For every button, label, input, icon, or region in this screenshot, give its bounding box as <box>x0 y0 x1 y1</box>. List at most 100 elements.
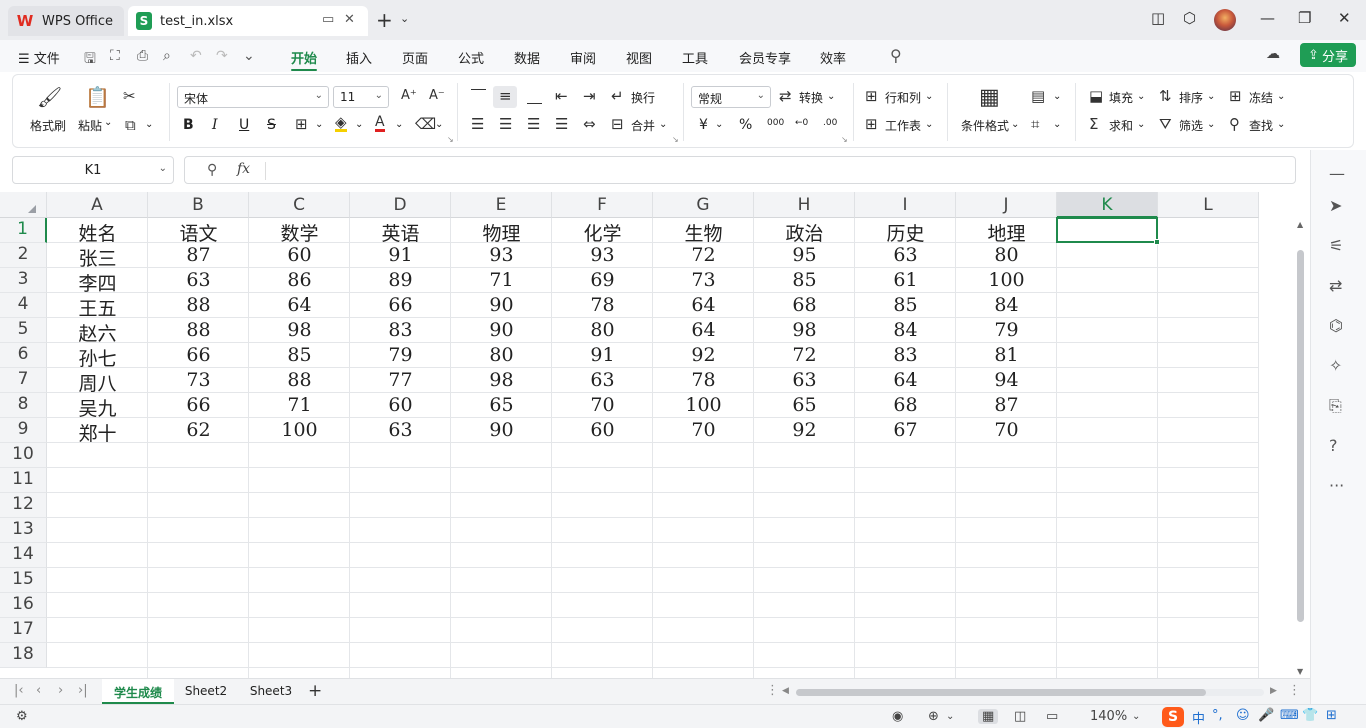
ime-keyboard-icon[interactable]: ⌨ <box>1280 708 1299 723</box>
row-header[interactable]: 10 <box>0 443 47 468</box>
sum-icon[interactable]: Σ <box>1089 115 1098 133</box>
freeze-icon[interactable]: ⊞ <box>1229 87 1242 105</box>
table-cell[interactable]: 70 <box>552 393 653 418</box>
row-header[interactable]: 5 <box>0 318 47 343</box>
chevron-down-icon[interactable]: ⌄ <box>1207 91 1215 102</box>
wrap-text-icon[interactable]: ↵ <box>611 87 624 105</box>
page-layout-view-button[interactable]: ◫ <box>1014 709 1026 724</box>
cell-style-icon[interactable]: ▤ <box>1031 87 1045 105</box>
table-cell[interactable]: 孙七 <box>47 343 148 370</box>
table-cell[interactable]: 88 <box>249 368 350 393</box>
table-cell[interactable]: 60 <box>249 243 350 268</box>
decrease-decimal-button[interactable]: .00 <box>823 118 837 128</box>
macro-icon[interactable]: ⚙ <box>16 709 28 724</box>
thousands-button[interactable]: 000 <box>767 118 784 128</box>
table-cell[interactable]: 85 <box>249 343 350 368</box>
table-cell[interactable]: 95 <box>754 243 855 268</box>
table-cell[interactable]: 71 <box>451 268 552 293</box>
zoom-icon[interactable]: ⚲ <box>207 162 217 178</box>
row-header[interactable]: 15 <box>0 568 47 593</box>
table-cell[interactable]: 65 <box>754 393 855 418</box>
table-cell[interactable]: 65 <box>451 393 552 418</box>
header-cell[interactable]: 姓名 <box>47 218 148 245</box>
table-cell[interactable]: 66 <box>148 393 249 418</box>
tools-icon[interactable]: ✧ <box>1329 356 1342 375</box>
currency-button[interactable]: ¥ <box>699 117 708 133</box>
find-button[interactable]: 查找 <box>1249 117 1273 134</box>
column-header[interactable]: L <box>1158 192 1259 218</box>
table-cell[interactable]: 87 <box>148 243 249 268</box>
scroll-down-icon[interactable]: ▼ <box>1297 667 1303 676</box>
ime-toolbox-icon[interactable]: ⊞ <box>1326 708 1337 723</box>
wrap-text-button[interactable]: 换行 <box>631 89 655 106</box>
table-cell[interactable]: 赵六 <box>47 318 148 345</box>
find-icon[interactable]: ⚲ <box>1229 115 1240 133</box>
chevron-down-icon[interactable]: ⌄ <box>659 119 667 130</box>
ai-icon[interactable]: ⌬ <box>1329 316 1343 335</box>
tab-member[interactable]: 会员专享 <box>739 48 791 67</box>
split-handle[interactable]: ⋮ <box>1288 683 1301 698</box>
undo-icon[interactable]: ↶ <box>190 48 202 64</box>
table-cell[interactable]: 69 <box>552 268 653 293</box>
increase-decimal-button[interactable]: ←0 <box>795 118 808 128</box>
cloud-icon[interactable]: ☁ <box>1266 46 1280 62</box>
table-cell[interactable]: 72 <box>653 243 754 268</box>
font-color-icon[interactable]: A <box>375 115 385 132</box>
table-cell[interactable]: 78 <box>552 293 653 318</box>
table-cell[interactable]: 63 <box>148 268 249 293</box>
align-center-icon[interactable]: ☰ <box>499 115 512 133</box>
tab-start[interactable]: 开始 <box>291 48 317 67</box>
table-cell[interactable]: 63 <box>350 418 451 443</box>
table-cell[interactable]: 90 <box>451 318 552 343</box>
sort-button[interactable]: 排序 <box>1179 89 1203 106</box>
spreadsheet-grid[interactable]: A B C D E F G H I J K L 1 2 3 4 5 6 7 8 9 10 11 12 13 14 15 16 17 18 姓… <box>0 192 1310 678</box>
format-painter-icon[interactable]: 🖌 <box>37 85 62 109</box>
filter-icon[interactable]: ⛛ <box>1159 115 1172 133</box>
percent-button[interactable]: % <box>739 117 752 133</box>
table-cell[interactable]: 90 <box>451 418 552 443</box>
first-sheet-icon[interactable]: |‹ <box>14 683 24 698</box>
column-header[interactable]: G <box>653 192 754 218</box>
table-cell[interactable]: 71 <box>249 393 350 418</box>
tab-insert[interactable]: 插入 <box>346 48 372 67</box>
row-header[interactable]: 8 <box>0 393 47 418</box>
table-cell[interactable]: 64 <box>653 293 754 318</box>
header-cell[interactable]: 历史 <box>855 218 956 245</box>
bold-button[interactable]: B <box>183 117 194 133</box>
chevron-down-icon[interactable]: ⌄ <box>1011 119 1019 130</box>
table-cell[interactable]: 88 <box>148 318 249 343</box>
ime-voice-icon[interactable]: 🎤 <box>1258 708 1274 723</box>
minimize-icon[interactable]: — <box>1260 9 1275 27</box>
worksheet-icon[interactable]: ⊞ <box>865 115 878 133</box>
sheet-tab-scores[interactable]: 学生成绩 <box>102 679 174 704</box>
decrease-font-icon[interactable]: A⁻ <box>429 88 445 103</box>
filter-button[interactable]: 筛选 <box>1179 117 1203 134</box>
table-cell[interactable]: 68 <box>855 393 956 418</box>
table-cell[interactable]: 93 <box>451 243 552 268</box>
row-header[interactable]: 17 <box>0 618 47 643</box>
last-sheet-icon[interactable]: ›| <box>78 683 88 698</box>
table-cell[interactable]: 79 <box>956 318 1057 343</box>
rows-cols-button[interactable]: 行和列 <box>885 89 921 106</box>
merge-button[interactable]: 合并 <box>631 117 655 134</box>
new-tab-button[interactable]: + <box>376 8 393 32</box>
table-cell[interactable]: 87 <box>956 393 1057 418</box>
search-icon[interactable]: ⚲ <box>890 46 902 65</box>
row-header[interactable]: 11 <box>0 468 47 493</box>
row-header[interactable]: 7 <box>0 368 47 393</box>
scroll-left-icon[interactable]: ◀ <box>782 686 789 696</box>
table-cell[interactable]: 93 <box>552 243 653 268</box>
justify-icon[interactable]: ☰ <box>555 115 568 133</box>
column-header[interactable]: H <box>754 192 855 218</box>
font-name-select[interactable]: 宋体 ⌄ <box>177 86 329 108</box>
font-dialog-launcher-icon[interactable]: ↘ <box>447 135 454 144</box>
crop-icon[interactable]: ⌗ <box>1031 115 1039 133</box>
book-icon[interactable]: ⎘ <box>1329 396 1342 416</box>
chevron-down-icon[interactable]: ⌄ <box>1053 91 1061 102</box>
number-dialog-launcher-icon[interactable]: ↘ <box>841 135 848 144</box>
chevron-down-icon[interactable]: ⌄ <box>1132 711 1140 722</box>
align-right-icon[interactable]: ☰ <box>527 115 540 133</box>
chevron-down-icon[interactable]: ⌄ <box>400 12 409 25</box>
table-cell[interactable]: 92 <box>754 418 855 443</box>
header-cell[interactable]: 数学 <box>249 218 350 245</box>
